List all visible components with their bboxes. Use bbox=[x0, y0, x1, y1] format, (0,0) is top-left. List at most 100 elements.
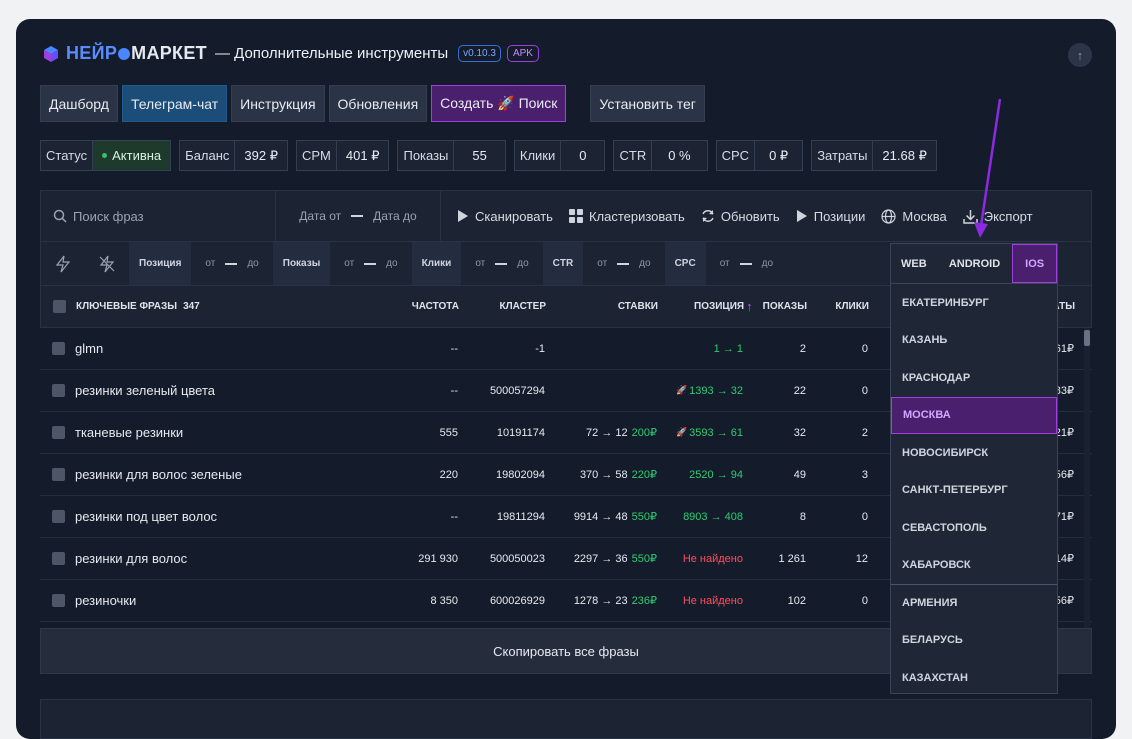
stat-value: 401 ₽ bbox=[345, 147, 380, 163]
tab-web[interactable]: WEB bbox=[891, 244, 937, 283]
stat-value: 0 bbox=[579, 148, 587, 163]
city-option[interactable]: ЕКАТЕРИНБУРГ bbox=[891, 284, 1057, 322]
frequency-cell: -- bbox=[450, 384, 458, 397]
frequency-cell: 220 bbox=[439, 468, 458, 481]
bid-cell: 9914 → 48 550₽ bbox=[573, 510, 657, 524]
phrase-cell[interactable]: резинки для волос bbox=[75, 538, 187, 579]
create-search-button[interactable]: Создать 🚀 Поиск bbox=[431, 85, 567, 122]
date-to-input[interactable]: Дата до bbox=[373, 209, 417, 223]
lightning-icon bbox=[55, 255, 71, 272]
shows-cell: 102 bbox=[787, 594, 806, 607]
row-checkbox[interactable] bbox=[52, 580, 65, 621]
dashboard-button[interactable]: Дашборд bbox=[40, 85, 118, 122]
city-option[interactable]: МОСКВА bbox=[891, 396, 1057, 434]
city-option[interactable]: ХАБАРОВСК bbox=[891, 547, 1057, 585]
header-frequency[interactable]: ЧАСТОТА bbox=[381, 286, 459, 327]
refresh-button[interactable]: Обновить bbox=[701, 209, 780, 224]
export-button[interactable]: Экспорт bbox=[962, 209, 1033, 224]
brand-logo: НЕЙР МАРКЕТ bbox=[66, 43, 207, 63]
stat-value: 21.68 ₽ bbox=[882, 147, 927, 163]
position-cell: 2520 → 94 bbox=[689, 468, 743, 481]
scan-button[interactable]: Сканировать bbox=[457, 209, 553, 224]
frequency-cell: -- bbox=[450, 342, 458, 355]
row-checkbox[interactable] bbox=[52, 538, 65, 579]
play-icon bbox=[458, 210, 468, 222]
row-checkbox[interactable] bbox=[52, 496, 65, 537]
position-cell: 8903 → 408 bbox=[683, 510, 743, 523]
city-option[interactable]: КАЗАНЬ bbox=[891, 322, 1057, 360]
phrase-cell[interactable]: glmn bbox=[75, 328, 103, 369]
stat-label: Затраты bbox=[812, 141, 874, 170]
row-checkbox[interactable] bbox=[52, 328, 65, 369]
row-checkbox[interactable] bbox=[52, 412, 65, 453]
cluster-button[interactable]: Кластеризовать bbox=[568, 209, 685, 224]
header-phrases[interactable]: КЛЮЧЕВЫЕ ФРАЗЫ 347 bbox=[76, 286, 200, 327]
select-all-checkbox[interactable] bbox=[53, 286, 66, 327]
scroll-top-button[interactable]: ↑ bbox=[1068, 43, 1092, 67]
filter-clicks-range[interactable]: от до bbox=[461, 242, 542, 285]
clicks-cell: 12 bbox=[855, 552, 868, 565]
filter-shows-range[interactable]: от до bbox=[330, 242, 411, 285]
city-option[interactable]: СЕВАСТОПОЛЬ bbox=[891, 509, 1057, 547]
tab-android[interactable]: ANDROID bbox=[937, 244, 1013, 283]
main-panel: НЕЙР МАРКЕТ — Дополнительные инструменты … bbox=[16, 19, 1116, 739]
shows-cell: 22 bbox=[793, 384, 806, 397]
frequency-cell: 8 350 bbox=[430, 594, 458, 607]
filter-cpc-range[interactable]: от до bbox=[706, 242, 787, 285]
cluster-cell: 10191174 bbox=[496, 426, 545, 439]
region-button[interactable]: Москва bbox=[881, 209, 947, 224]
position-cell: 1 → 1 bbox=[713, 342, 743, 355]
set-tag-button[interactable]: Установить тег bbox=[590, 85, 705, 122]
phrase-cell[interactable]: тканевые резинки bbox=[75, 412, 183, 453]
row-checkbox[interactable] bbox=[52, 370, 65, 411]
position-cell: 🚀 1393 → 32 bbox=[675, 384, 743, 397]
updates-button[interactable]: Обновления bbox=[328, 85, 428, 122]
stat-value: 0 % bbox=[668, 148, 691, 163]
city-option[interactable]: КРАСНОДАР bbox=[891, 359, 1057, 397]
stat-label: Статус bbox=[41, 141, 94, 170]
country-option[interactable]: АРМЕНИЯ bbox=[891, 584, 1057, 622]
status-dot-icon bbox=[102, 153, 108, 158]
telegram-chat-button[interactable]: Телеграм-чат bbox=[121, 85, 228, 122]
stat-label: Показы bbox=[398, 141, 455, 170]
positions-button[interactable]: Позиции bbox=[796, 209, 865, 224]
stat-value: 392 ₽ bbox=[244, 147, 278, 163]
country-option[interactable]: БЕЛАРУСЬ bbox=[891, 622, 1057, 660]
stat-clicks: Клики 0 bbox=[513, 140, 606, 171]
page-subtitle: — Дополнительные инструменты bbox=[214, 45, 449, 62]
filter-position-range[interactable]: от до bbox=[191, 242, 272, 285]
lightning-off-filter-button[interactable] bbox=[85, 242, 129, 285]
row-checkbox[interactable] bbox=[52, 454, 65, 495]
apk-badge[interactable]: APK bbox=[506, 45, 539, 62]
header-position[interactable]: ПОЗИЦИЯ ↑ bbox=[694, 286, 753, 327]
header-shows[interactable]: ПОКАЗЫ bbox=[756, 286, 807, 327]
stats-bar: Статус Активна Баланс 392 ₽ CPM 401 ₽ Пока… bbox=[40, 140, 937, 171]
phrase-cell[interactable]: резиночки bbox=[75, 580, 136, 621]
search-input[interactable]: Поиск фраз bbox=[41, 191, 276, 241]
table-scrollbar[interactable] bbox=[1084, 328, 1090, 628]
shows-cell: 32 bbox=[793, 426, 806, 439]
lightning-filter-button[interactable] bbox=[41, 242, 85, 285]
region-dropdown: WEB ANDROID IOS ЕКАТЕРИНБУРГ КАЗАНЬ КРАСНО… bbox=[890, 243, 1058, 694]
header-bids[interactable]: СТАВКИ bbox=[571, 286, 658, 327]
city-option[interactable]: НОВОСИБИРСК bbox=[891, 434, 1057, 472]
phrase-cell[interactable]: резинки зеленый цвета bbox=[75, 370, 215, 411]
phrase-cell[interactable]: резинки для волос зеленые bbox=[75, 454, 242, 495]
date-from-input[interactable]: Дата от bbox=[299, 209, 341, 223]
stat-label: CPM bbox=[297, 141, 337, 170]
header-clicks[interactable]: КЛИКИ bbox=[821, 286, 869, 327]
tab-ios[interactable]: IOS bbox=[1012, 244, 1057, 283]
clicks-cell: 0 bbox=[861, 510, 868, 523]
download-icon bbox=[962, 209, 978, 224]
filter-ctr-range[interactable]: от до bbox=[583, 242, 664, 285]
phrase-cell[interactable]: резинки под цвет волос bbox=[75, 496, 217, 537]
city-option[interactable]: САНКТ-ПЕТЕРБУРГ bbox=[891, 472, 1057, 510]
instruction-button[interactable]: Инструкция bbox=[231, 85, 325, 122]
cluster-cell: 500057294 bbox=[489, 384, 545, 397]
country-option[interactable]: КАЗАХСТАН bbox=[891, 659, 1057, 697]
clicks-cell: 3 bbox=[861, 468, 868, 481]
brand-dot-icon bbox=[118, 48, 131, 60]
stat-label: Клики bbox=[515, 141, 562, 170]
filter-position-label: Позиция bbox=[129, 242, 192, 285]
header-cluster[interactable]: КЛАСТЕР bbox=[471, 286, 546, 327]
